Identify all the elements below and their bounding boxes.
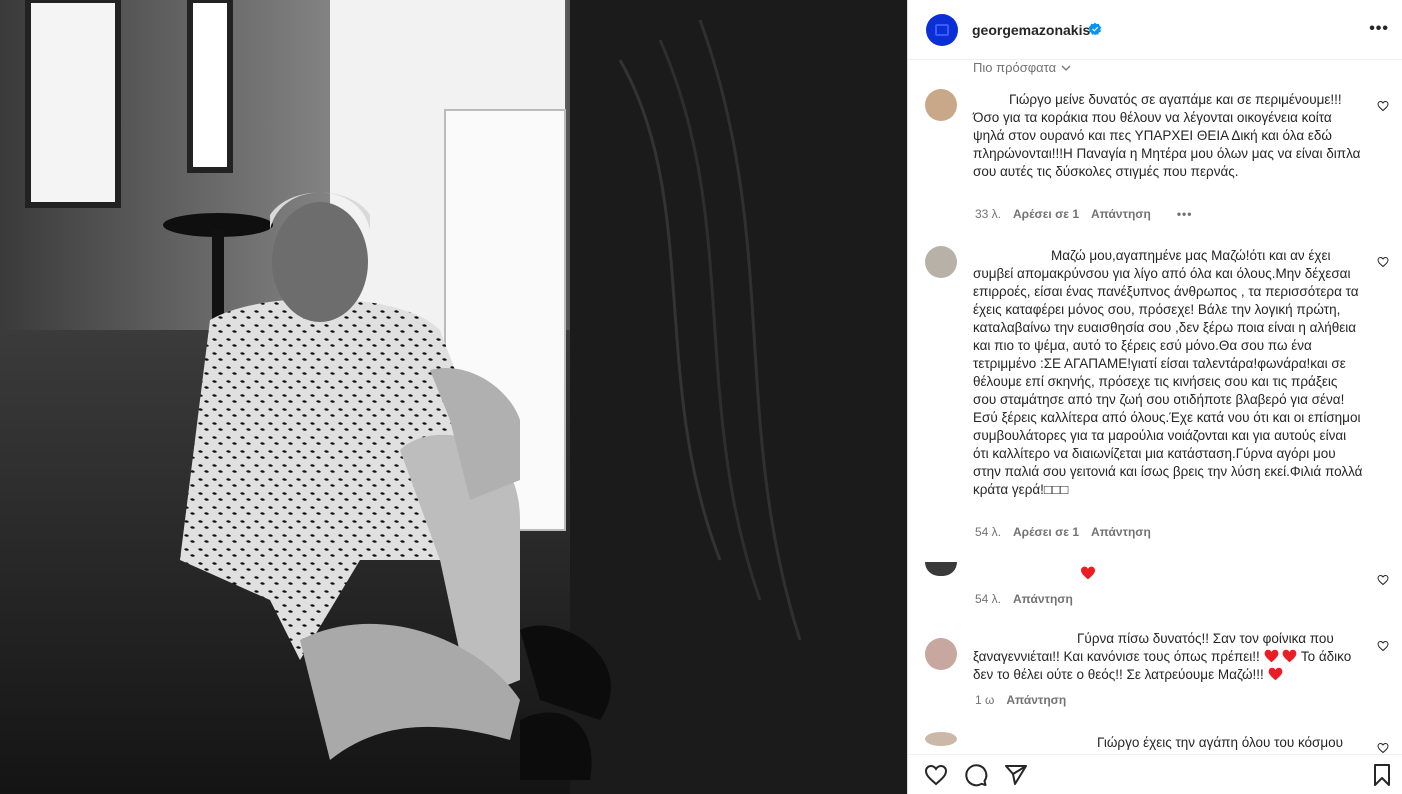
post-header: georgemazonakis ••• [908, 0, 1402, 60]
comment-text-part-a: Γύρνα πίσω δυνατός!! Σαν τον φοίνικα που… [973, 631, 1334, 664]
comment-text: Γιώργο μείνε δυνατός σε αγαπάμε και σε π… [973, 92, 1361, 179]
comment-time: 54 λ. [975, 525, 1002, 539]
profile-avatar[interactable] [926, 14, 958, 46]
commenter-avatar[interactable] [925, 732, 957, 746]
avatar-graphic [935, 24, 949, 36]
verified-badge-icon [1088, 22, 1102, 36]
comment-like-heart-icon[interactable] [1377, 100, 1389, 112]
reply-button[interactable]: Απάντηση [1013, 592, 1073, 606]
commenter-avatar[interactable] [925, 562, 957, 576]
post-photo [0, 0, 907, 794]
commenter-avatar[interactable] [925, 89, 957, 121]
comment-like-heart-icon[interactable] [1377, 742, 1389, 754]
comment-likes[interactable]: Αρέσει σε 1 [1013, 525, 1079, 539]
bookmark-icon[interactable] [1370, 763, 1394, 787]
comment-time: 33 λ. [975, 207, 1002, 221]
red-heart-icon [1268, 667, 1282, 681]
commenter-avatar[interactable] [925, 638, 957, 670]
reply-button[interactable]: Απάντηση [1006, 693, 1066, 707]
red-heart-icon [1264, 649, 1278, 663]
post-side-panel: georgemazonakis ••• Πιο πρόσφατα Γιώργο … [907, 0, 1402, 794]
sort-label: Πιο πρόσφατα [973, 60, 1057, 75]
red-heart-icon [1282, 649, 1297, 663]
comment-meta: 54 λ. Απάντηση [975, 592, 1073, 606]
comments-list: Γιώργο μείνε δυνατός σε αγαπάμε και σε π… [908, 80, 1402, 754]
post-action-bar [908, 754, 1402, 794]
chevron-down-icon [1061, 65, 1071, 71]
post-image [0, 0, 907, 794]
comment-likes[interactable]: Αρέσει σε 1 [1013, 207, 1079, 221]
profile-username[interactable]: georgemazonakis [972, 22, 1090, 38]
reply-button[interactable]: Απάντηση [1091, 525, 1151, 539]
reply-button[interactable]: Απάντηση [1091, 207, 1151, 221]
comment-like-heart-icon[interactable] [1377, 640, 1389, 652]
comment-text: Μαζώ μου,αγαπημένε μας Μαζώ!ότι και αν έ… [973, 248, 1363, 497]
comment-text: Γιώργο έχεις την αγάπη όλου του κόσμου [1097, 735, 1344, 750]
comment-meta: 54 λ. Αρέσει σε 1 Απάντηση [975, 525, 1151, 539]
share-icon[interactable] [1004, 763, 1028, 787]
comment-text: Γύρνα πίσω δυνατός!! Σαν τον φοίνικα που… [973, 630, 1363, 684]
comment-time: 1 ω [975, 693, 995, 707]
comment-icon[interactable] [964, 763, 988, 787]
heart-icon[interactable] [924, 763, 948, 787]
comment-time: 54 λ. [975, 592, 1002, 606]
commenter-avatar[interactable] [925, 246, 957, 278]
red-heart-icon [1081, 566, 1095, 580]
sort-selector[interactable]: Πιο πρόσφατα [973, 60, 1072, 75]
comment-like-heart-icon[interactable] [1377, 574, 1389, 586]
more-options-button[interactable]: ••• [1369, 20, 1389, 38]
comment-meta: 1 ω Απάντηση [975, 693, 1066, 707]
comment-meta: 33 λ. Αρέσει σε 1 Απάντηση ••• [975, 207, 1192, 221]
comment-like-heart-icon[interactable] [1377, 256, 1389, 268]
comment-options-button[interactable]: ••• [1177, 207, 1193, 221]
